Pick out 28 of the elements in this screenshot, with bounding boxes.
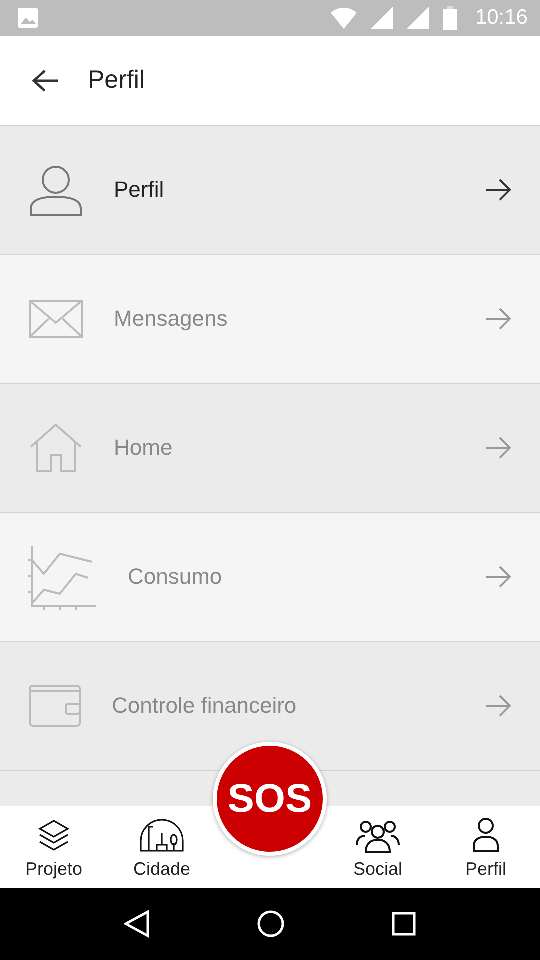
image-icon [18,8,38,28]
back-arrow-icon[interactable] [32,68,58,92]
nav-tab[interactable]: Perfil [432,806,540,888]
envelope-icon [28,299,84,339]
arrow-right-icon [486,308,512,330]
layers-icon [38,819,70,853]
city-dome-icon [139,817,185,853]
page-title: Perfil [88,66,145,95]
home-icon[interactable] [256,910,285,938]
house-icon [28,423,84,473]
people-icon [355,819,401,853]
arrow-right-icon [486,566,512,588]
battery-icon [443,6,458,30]
line-chart-icon [28,544,98,610]
arrow-right-icon [486,437,512,459]
recents-icon[interactable] [392,912,416,936]
person-icon [472,817,500,853]
signal-icon [407,7,430,29]
arrow-right-icon [486,179,512,201]
status-time: 10:16 [475,6,528,30]
nav-tab[interactable]: Cidade [108,806,216,888]
nav-tab[interactable]: Projeto [0,806,108,888]
back-icon[interactable] [124,910,150,938]
wifi-icon [331,7,358,29]
wallet-icon [28,684,82,728]
nav-tab[interactable]: Social [324,806,432,888]
signal-icon [371,7,394,29]
arrow-right-icon [486,695,512,717]
